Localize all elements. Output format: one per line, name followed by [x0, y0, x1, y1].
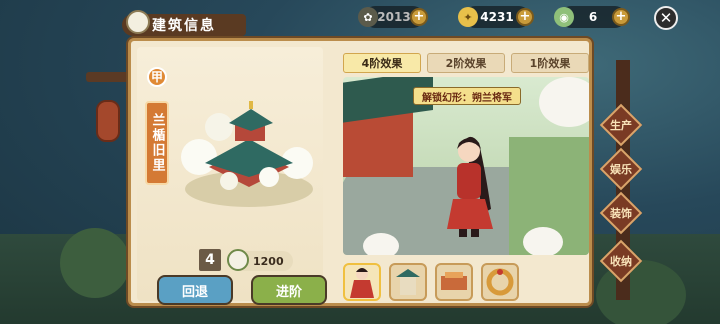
- sprout-icon: [227, 249, 249, 271]
- upgrade-button[interactable]: 进阶: [251, 275, 327, 305]
- building-info-panel: 甲 兰楯旧里 4 1200 回退 进阶 4阶效果 2阶效果 1阶效果 解锁幻形：…: [128, 38, 592, 306]
- resource-2-value: 4231: [480, 10, 514, 24]
- panel-title-text: 建筑信息: [152, 18, 216, 34]
- panel-title: 建筑信息: [122, 10, 246, 36]
- bush-decoration: [60, 228, 130, 298]
- resource-1-add-button[interactable]: +: [410, 8, 428, 26]
- resource-2-add-button[interactable]: +: [516, 8, 534, 26]
- wreath-icon: [486, 268, 514, 296]
- tier-badge: 甲: [147, 67, 167, 87]
- jade-icon: ◉: [554, 7, 574, 27]
- resource-3-value: 6: [588, 10, 598, 24]
- thumb-wreath[interactable]: [481, 263, 519, 301]
- building-name: 兰楯旧里: [145, 101, 169, 185]
- thumb-character-skin[interactable]: [343, 263, 381, 301]
- tab-tier-4[interactable]: 4阶效果: [343, 53, 421, 73]
- tier-tabs: 4阶效果 2阶效果 1阶效果: [343, 53, 589, 73]
- sheep-mascot-icon: [126, 10, 150, 34]
- unlock-skin-label: 解锁幻形：朔兰将军: [413, 87, 521, 105]
- tab-tier-2[interactable]: 2阶效果: [427, 53, 505, 73]
- back-button[interactable]: 回退: [157, 275, 233, 305]
- building-image: [181, 101, 313, 207]
- upgrade-cost: 1200: [227, 249, 293, 271]
- pavilion-icon: [396, 269, 420, 295]
- tab-tier-1[interactable]: 1阶效果: [511, 53, 589, 73]
- resource-1-value: 2013: [377, 10, 411, 24]
- furniture-icon: [441, 272, 467, 290]
- sprout-icon: ✿: [358, 7, 378, 27]
- effect-thumbnails: [343, 263, 519, 301]
- effect-preview-scene: 解锁幻形：朔兰将军: [343, 77, 589, 255]
- character-icon: [350, 268, 374, 298]
- resource-3-add-button[interactable]: +: [612, 8, 630, 26]
- resource-counter-2: ✦ 4231 +: [458, 6, 534, 28]
- building-preview-area: 甲 兰楯旧里 4 1200 回退 进阶: [137, 47, 327, 305]
- lantern-decoration: [96, 100, 120, 142]
- resource-counter-1: ✿ 2013 +: [358, 6, 428, 28]
- building-level: 4: [199, 249, 221, 271]
- thumb-building-skin[interactable]: [389, 263, 427, 301]
- coin-icon: ✦: [458, 7, 478, 27]
- upgrade-cost-value: 1200: [253, 254, 284, 268]
- resource-counter-3: ◉ 6 +: [554, 6, 630, 28]
- close-button[interactable]: ✕: [654, 6, 678, 30]
- thumb-furniture[interactable]: [435, 263, 473, 301]
- general-character: [447, 136, 493, 237]
